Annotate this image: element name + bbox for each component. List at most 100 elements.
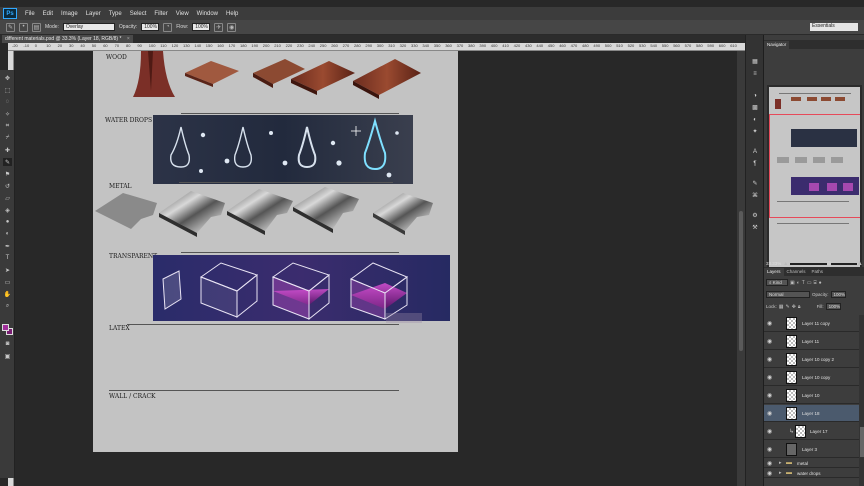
layer-kind-filter[interactable]: ⌕ Kind <box>766 279 788 286</box>
pressure-opacity-icon[interactable]: ◔ <box>163 22 173 32</box>
screen-mode-icon[interactable]: ▣ <box>3 352 12 360</box>
lock-image-icon[interactable]: ✎ <box>786 304 790 310</box>
layer-group-row[interactable]: ◉ ▸ ▬ metal <box>764 459 859 468</box>
visibility-eye-icon[interactable]: ◉ <box>767 356 772 363</box>
visibility-eye-icon[interactable]: ◉ <box>767 410 772 417</box>
paragraph-panel-icon[interactable]: ¶ <box>750 159 760 168</box>
menu-file[interactable]: File <box>21 11 39 17</box>
zoom-in-icon[interactable]: ▲ <box>856 260 863 267</box>
document-tab[interactable]: different materials.psd @ 33.3% (Layer 1… <box>2 35 133 43</box>
flow-field[interactable]: 100% <box>192 23 211 31</box>
expand-arrow-icon[interactable]: ▸ <box>779 470 782 476</box>
lock-transparent-icon[interactable]: ▦ <box>779 304 784 310</box>
menu-type[interactable]: Type <box>105 11 126 17</box>
visibility-eye-icon[interactable]: ◉ <box>767 338 772 345</box>
quick-select-tool-icon[interactable]: ✧ <box>3 110 12 118</box>
brush-tool-icon[interactable]: ✎ <box>3 158 12 166</box>
lasso-tool-icon[interactable]: ◌ <box>3 98 12 106</box>
tab-layers[interactable]: Layers <box>764 268 784 276</box>
visibility-eye-icon[interactable]: ◉ <box>767 320 772 327</box>
close-tab-icon[interactable]: × <box>127 36 130 42</box>
quick-mask-icon[interactable]: ◙ <box>3 340 12 348</box>
properties-panel-icon[interactable]: ≡ <box>750 69 760 78</box>
tab-channels[interactable]: Channels <box>784 268 809 276</box>
color-panel-icon[interactable]: ◑ <box>750 91 760 100</box>
document-canvas[interactable]: WOOD WATER DROPS METAL TRANSPARENT LATEX… <box>93 51 458 452</box>
menu-window[interactable]: Window <box>193 11 222 17</box>
brush-panel-icon[interactable]: ▤ <box>32 22 41 32</box>
layer-row[interactable]: ◉ Layer 3 <box>764 441 859 458</box>
hand-tool-icon[interactable]: ✋ <box>3 290 12 298</box>
visibility-eye-icon[interactable]: ◉ <box>767 374 772 381</box>
lock-position-icon[interactable]: ✥ <box>792 304 796 310</box>
filter-pixel-icon[interactable]: ▣ <box>790 280 795 286</box>
shape-tool-icon[interactable]: ▭ <box>3 278 12 286</box>
brush-tool-icon[interactable]: ✎ <box>6 22 15 32</box>
tool-presets-icon[interactable]: ⚒ <box>750 223 760 232</box>
layer-row[interactable]: ◉ Layer 10 copy 2 <box>764 351 859 368</box>
canvas-area[interactable]: WOOD WATER DROPS METAL TRANSPARENT LATEX… <box>15 51 737 486</box>
menu-help[interactable]: Help <box>222 11 242 17</box>
horizontal-ruler[interactable]: -20 -10 0 10 20 30 40 50 60 70 80 90 100 110 120 130 140… <box>8 43 745 51</box>
mode-select[interactable]: Overlay <box>62 23 115 31</box>
scrollbar-thumb[interactable] <box>739 211 743 351</box>
clone-source-icon[interactable]: ⚙ <box>750 211 760 220</box>
filter-toggle-icon[interactable]: ● <box>819 280 822 286</box>
navigator-zoom-value[interactable]: 33.33% <box>766 261 781 266</box>
menu-edit[interactable]: Edit <box>39 11 57 17</box>
layer-row-selected[interactable]: ◉ Layer 18 <box>764 405 859 422</box>
lock-all-icon[interactable]: 🔒︎ <box>798 304 801 310</box>
fill-field[interactable]: 100% <box>825 303 841 310</box>
foreground-color-swatch[interactable] <box>2 324 9 331</box>
zoom-slider[interactable] <box>790 260 857 266</box>
layer-row[interactable]: ◉ Layer 11 <box>764 333 859 350</box>
workspace-select[interactable]: Essentials <box>810 23 858 31</box>
healing-brush-tool-icon[interactable]: ✚ <box>3 146 12 154</box>
layer-row-clipped[interactable]: ◉ ↳ Layer 17 <box>764 423 859 440</box>
brush-presets-icon[interactable]: ⌘ <box>750 191 760 200</box>
filter-type-icon[interactable]: T <box>802 280 805 286</box>
navigator-view-frame[interactable] <box>769 114 860 218</box>
marquee-tool-icon[interactable]: ⬚ <box>3 86 12 94</box>
visibility-eye-icon[interactable]: ◉ <box>767 428 772 435</box>
filter-adjustment-icon[interactable]: ◐ <box>797 280 800 286</box>
crop-tool-icon[interactable]: ⌗ <box>3 122 12 130</box>
pen-tool-icon[interactable]: ✒ <box>3 242 12 250</box>
pressure-size-icon[interactable]: ◉ <box>227 22 237 32</box>
airbrush-icon[interactable]: ✈ <box>214 22 224 32</box>
brush-preset-picker-icon[interactable]: • <box>19 22 28 32</box>
paint-bucket-tool-icon[interactable]: ◈ <box>3 206 12 214</box>
blend-mode-select[interactable]: Normal <box>766 291 810 298</box>
dodge-tool-icon[interactable]: ◐ <box>3 230 12 238</box>
visibility-eye-icon[interactable]: ◉ <box>767 460 772 467</box>
eyedropper-tool-icon[interactable]: ⌿ <box>3 134 12 142</box>
brush-panel-icon[interactable]: ✎ <box>750 179 760 188</box>
adjustments-panel-icon[interactable]: ◐ <box>750 115 760 124</box>
menu-select[interactable]: Select <box>126 11 151 17</box>
menu-image[interactable]: Image <box>57 11 82 17</box>
menu-filter[interactable]: Filter <box>150 11 171 17</box>
layer-opacity-field[interactable]: 100% <box>830 291 846 298</box>
layer-row[interactable]: ◉ Layer 10 <box>764 387 859 404</box>
filter-shape-icon[interactable]: ▭ <box>807 280 812 286</box>
zoom-slider-knob[interactable] <box>826 260 831 266</box>
canvas-vertical-scrollbar[interactable] <box>737 51 745 486</box>
zoom-tool-icon[interactable]: ⌕ <box>3 302 12 310</box>
menu-layer[interactable]: Layer <box>82 11 105 17</box>
expand-arrow-icon[interactable]: ▸ <box>779 460 782 466</box>
styles-panel-icon[interactable]: ✦ <box>750 127 760 136</box>
menu-view[interactable]: View <box>172 11 193 17</box>
history-panel-icon[interactable]: ▦ <box>750 57 760 66</box>
eraser-tool-icon[interactable]: ▱ <box>3 194 12 202</box>
clone-stamp-tool-icon[interactable]: ⚑ <box>3 170 12 178</box>
tab-navigator[interactable]: Navigator <box>764 41 790 49</box>
blur-tool-icon[interactable]: ● <box>3 218 12 226</box>
path-selection-tool-icon[interactable]: ➤ <box>3 266 12 274</box>
move-tool-icon[interactable]: ✥ <box>3 74 12 82</box>
history-brush-tool-icon[interactable]: ↺ <box>3 182 12 190</box>
navigator-preview[interactable] <box>767 85 862 269</box>
layers-scrollbar[interactable] <box>859 315 864 486</box>
type-tool-icon[interactable]: T <box>3 254 12 262</box>
layers-scrollbar-thumb[interactable] <box>860 427 864 457</box>
visibility-eye-icon[interactable]: ◉ <box>767 392 772 399</box>
